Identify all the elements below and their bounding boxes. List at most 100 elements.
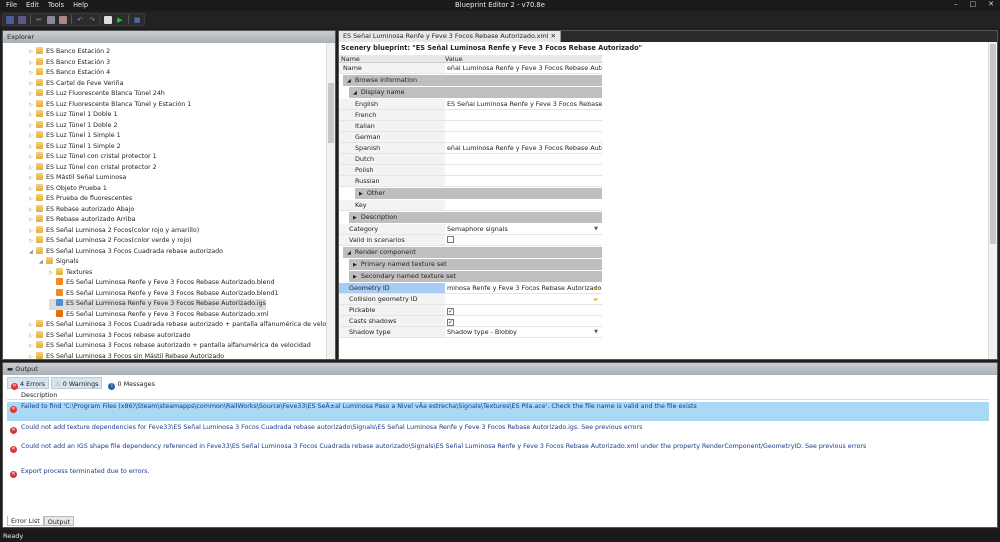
tree-item[interactable]: ▷ ES Mástil Señal Luminosa bbox=[29, 173, 126, 184]
paste-icon[interactable] bbox=[59, 15, 67, 24]
expand-arrow-icon[interactable]: ▷ bbox=[29, 215, 36, 226]
checkbox[interactable]: ✓ bbox=[447, 319, 454, 326]
messages-filter[interactable]: i0 Messages bbox=[104, 377, 159, 390]
expand-arrow-icon[interactable]: ▷ bbox=[29, 142, 36, 153]
property-value[interactable]: Semaphore signals bbox=[447, 225, 508, 233]
property-row[interactable]: Category Semaphore signals ▼ bbox=[339, 224, 602, 235]
expand-arrow-icon[interactable]: ▷ bbox=[29, 58, 36, 69]
collapse-icon[interactable]: ◢ bbox=[343, 78, 355, 84]
cut-icon[interactable]: ✂ bbox=[35, 16, 43, 24]
property-row[interactable]: Casts shadows ✓ bbox=[339, 316, 602, 327]
tree-item[interactable]: ◢ Signals bbox=[39, 257, 79, 268]
explorer-scrollbar[interactable] bbox=[326, 43, 335, 359]
property-value[interactable]: eñal Luminosa Renfe y Feve 3 Focos Rebas… bbox=[447, 144, 602, 152]
tree-item[interactable]: ▷ ES Banco Estación 2 bbox=[29, 47, 110, 58]
expand-icon[interactable]: ▶ bbox=[355, 191, 367, 197]
tree-item[interactable]: ▷ ES Señal Luminosa 3 Focos sin Mástil Re… bbox=[29, 351, 224, 360]
stop-icon[interactable]: ■ bbox=[133, 16, 141, 24]
expand-icon[interactable]: ▶ bbox=[349, 262, 361, 268]
property-row[interactable]: English ES Señal Luminosa Renfe y Feve 3 … bbox=[339, 99, 602, 110]
expand-arrow-icon[interactable]: ▷ bbox=[29, 89, 36, 100]
property-row[interactable]: Dutch bbox=[339, 154, 602, 165]
tree-item[interactable]: ▷ ES Luz Túnel 1 Doble 2 bbox=[29, 120, 118, 132]
tree-item[interactable]: ES Señal Luminosa Renfe y Feve 3 Focos R… bbox=[49, 288, 279, 300]
maximize-button[interactable]: □ bbox=[970, 0, 977, 8]
expand-arrow-icon[interactable]: ▷ bbox=[29, 163, 36, 174]
tree-item[interactable]: ▷ ES Luz Fluorescente Blanca Túnel y Esta… bbox=[29, 99, 191, 111]
property-row[interactable]: Russian bbox=[339, 176, 602, 187]
expand-arrow-icon[interactable]: ▷ bbox=[29, 79, 36, 90]
checkbox[interactable]: ✓ bbox=[447, 308, 454, 315]
error-list-item[interactable]: ✕ Could not add an IGS shape file depende… bbox=[7, 442, 989, 467]
export-icon[interactable] bbox=[104, 15, 112, 24]
property-row[interactable]: Valid in scenarios bbox=[339, 235, 602, 246]
collapse-icon[interactable]: ◢ bbox=[343, 250, 355, 256]
property-group[interactable]: ▶ Secondary named texture set bbox=[349, 271, 602, 282]
tree-item[interactable]: ▷ ES Objeto Prueba 1 bbox=[29, 183, 107, 195]
expand-arrow-icon[interactable]: ▷ bbox=[29, 100, 36, 111]
tab-output[interactable]: Output bbox=[43, 516, 74, 526]
error-list-item[interactable]: ✕ Could not add texture dependencies for … bbox=[7, 423, 989, 442]
close-button[interactable]: ✕ bbox=[988, 0, 994, 8]
scroll-thumb[interactable] bbox=[328, 83, 334, 143]
property-group[interactable]: ◢ Browse information bbox=[343, 75, 602, 86]
tree-item[interactable]: ▷ ES Señal Luminosa 3 Focos rebase autori… bbox=[29, 330, 190, 342]
tree-item[interactable]: ES Señal Luminosa Renfe y Feve 3 Focos R… bbox=[49, 299, 266, 310]
property-group[interactable]: ▶ Primary named texture set bbox=[349, 259, 602, 270]
property-row[interactable]: Pickable ✓ bbox=[339, 305, 602, 316]
tree-item[interactable]: ▷ ES Luz Túnel 1 Simple 2 bbox=[29, 141, 121, 153]
property-row[interactable]: Shadow type Shadow type - Blobby ▼ bbox=[339, 327, 602, 338]
expand-arrow-icon[interactable]: ▷ bbox=[29, 331, 36, 342]
tree-item[interactable]: ▷ ES Rebase autorizado Arriba bbox=[29, 215, 135, 226]
minimize-button[interactable]: – bbox=[954, 0, 958, 8]
tree-item[interactable]: ▷ ES Señal Luminosa 2 Focos(color rojo y … bbox=[29, 225, 199, 237]
tree-item[interactable]: ▷ ES Cartel de Feve Veriña bbox=[29, 78, 123, 90]
property-value[interactable]: Shadow type - Blobby bbox=[447, 328, 517, 336]
collapse-arrow-icon[interactable]: ◢ bbox=[39, 257, 46, 268]
expand-arrow-icon[interactable]: ▷ bbox=[29, 236, 36, 247]
expand-arrow-icon[interactable]: ▷ bbox=[29, 226, 36, 237]
expand-icon[interactable]: ▶ bbox=[349, 215, 361, 221]
expand-arrow-icon[interactable]: ▷ bbox=[29, 152, 36, 163]
expand-arrow-icon[interactable]: ▷ bbox=[29, 352, 36, 360]
property-value[interactable]: ES Señal Luminosa Renfe y Feve 3 Focos R… bbox=[447, 100, 602, 108]
editor-scrollbar[interactable] bbox=[988, 42, 997, 359]
property-row[interactable]: Key bbox=[339, 200, 602, 211]
expand-arrow-icon[interactable]: ▷ bbox=[29, 184, 36, 195]
redo-icon[interactable]: ↷ bbox=[88, 16, 96, 24]
tree-item[interactable]: ▷ ES Banco Estación 3 bbox=[29, 57, 110, 69]
browse-folder-icon[interactable]: ▰ bbox=[593, 294, 598, 304]
expand-arrow-icon[interactable]: ▷ bbox=[29, 121, 36, 132]
expand-arrow-icon[interactable]: ▷ bbox=[29, 47, 36, 58]
property-group[interactable]: ▶ Description bbox=[349, 212, 602, 223]
property-row[interactable]: Geometry ID minosa Renfe y Feve 3 Focos R… bbox=[339, 283, 602, 294]
scroll-thumb[interactable] bbox=[990, 44, 996, 244]
expand-arrow-icon[interactable]: ▷ bbox=[29, 320, 36, 331]
expand-icon[interactable]: ▶ bbox=[349, 274, 361, 280]
expand-arrow-icon[interactable]: ▷ bbox=[29, 68, 36, 79]
copy-icon[interactable] bbox=[47, 15, 55, 24]
warnings-filter[interactable]: ⚠ 0 Warnings bbox=[51, 377, 103, 389]
tree-item[interactable]: ES Señal Luminosa Renfe y Feve 3 Focos R… bbox=[49, 309, 269, 321]
tree-item[interactable]: ◢ ES Señal Luminosa 3 Focos Cuadrada reba… bbox=[29, 246, 223, 258]
property-row[interactable]: Name eñal Luminosa Renfe y Feve 3 Focos R… bbox=[339, 63, 602, 74]
tree-item[interactable]: ▷ ES Señal Luminosa 3 Focos rebase autori… bbox=[29, 341, 311, 352]
property-row[interactable]: Spanish eñal Luminosa Renfe y Feve 3 Foco… bbox=[339, 143, 602, 154]
expand-arrow-icon[interactable]: ▷ bbox=[29, 173, 36, 184]
expand-arrow-icon[interactable]: ▷ bbox=[29, 341, 36, 352]
tree-item[interactable]: ▷ ES Luz Túnel 1 Simple 1 bbox=[29, 131, 121, 142]
run-icon[interactable]: ▶ bbox=[116, 16, 124, 24]
tree-item[interactable]: ▷ ES Prueba de fluorescentes bbox=[29, 194, 132, 205]
errors-filter[interactable]: ✕ 4 Errors bbox=[7, 377, 50, 390]
error-list-item[interactable]: ✕ Failed to find 'C:\Program Files (x86)\… bbox=[7, 402, 989, 421]
property-row[interactable]: Italian bbox=[339, 121, 602, 132]
property-row[interactable]: Collision geometry ID ▰ bbox=[339, 294, 602, 305]
tree-item[interactable]: ▷ ES Luz Túnel con cristal protector 2 bbox=[29, 162, 157, 174]
expand-arrow-icon[interactable]: ▷ bbox=[29, 205, 36, 216]
property-value[interactable]: minosa Renfe y Feve 3 Focos Rebase Autor… bbox=[447, 284, 602, 292]
collapse-arrow-icon[interactable]: ◢ bbox=[29, 247, 36, 258]
error-list-item[interactable]: ✕ Export process terminated due to errors… bbox=[7, 467, 989, 478]
browse-folder-icon[interactable]: ▰ bbox=[593, 283, 598, 293]
property-row[interactable]: French bbox=[339, 110, 602, 121]
dropdown-arrow-icon[interactable]: ▼ bbox=[594, 224, 598, 234]
